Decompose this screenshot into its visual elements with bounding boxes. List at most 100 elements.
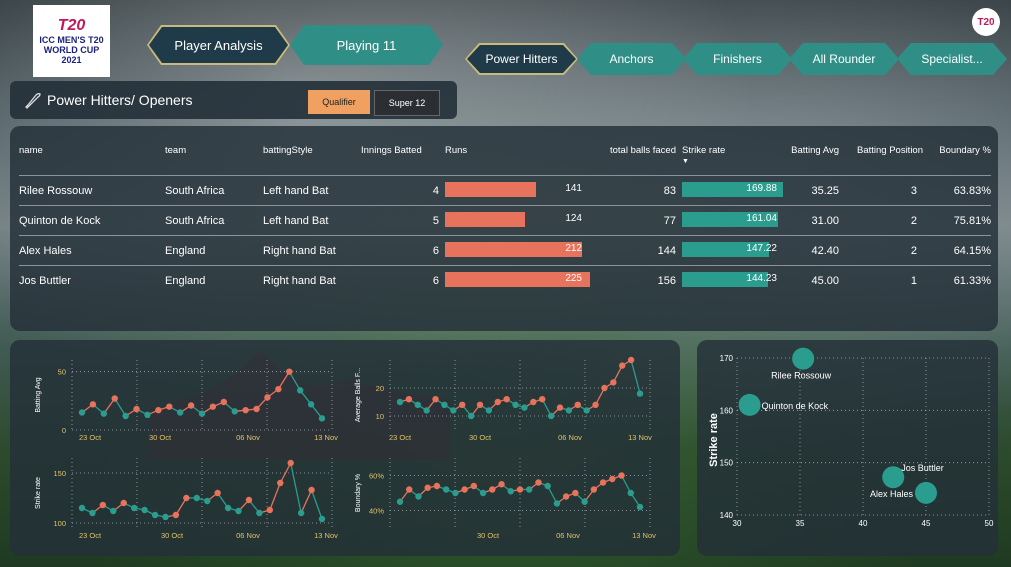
runs-value: 141	[565, 183, 582, 194]
data-point	[231, 408, 238, 415]
data-point	[507, 488, 514, 495]
data-point	[627, 489, 634, 497]
data-point	[111, 395, 118, 402]
series-segment	[288, 371, 301, 391]
y-tick-label: 40%	[369, 507, 384, 516]
data-point	[489, 486, 496, 493]
data-point	[494, 398, 501, 406]
data-point	[415, 493, 422, 500]
cell-boundary: 61.33%	[923, 265, 991, 295]
y-axis-label: Strike rate	[708, 413, 720, 467]
cell-avg: 45.00	[777, 265, 839, 295]
col-strike-rate[interactable]: Strike rate ▼	[676, 126, 777, 176]
runs-bar	[445, 182, 536, 197]
data-point	[459, 401, 466, 408]
x-tick-label: 06 Nov	[556, 531, 580, 540]
data-point	[100, 410, 108, 417]
data-point	[467, 412, 475, 420]
cricket-bat-icon	[25, 93, 41, 109]
col-name[interactable]: name	[19, 126, 165, 176]
data-point	[130, 504, 138, 512]
data-point	[530, 398, 537, 406]
col-strike-rate-label: Strike rate	[682, 145, 726, 156]
col-innings[interactable]: Innings Batted	[361, 126, 445, 176]
trend-chart-1: Batting Avg 50 0 23 Oct 30 Oct 06 Nov 13 Nov	[35, 360, 338, 442]
data-point	[198, 410, 206, 417]
player-stats-table: name team battingStyle Innings Batted Ru…	[19, 126, 991, 295]
data-point	[253, 405, 260, 413]
table-row[interactable]: Quinton de Kock South Africa Left hand B…	[19, 205, 991, 236]
data-point	[414, 401, 421, 408]
series-segment	[310, 489, 323, 520]
table-row[interactable]: Alex Hales England Right hand Bat 6 212 …	[19, 235, 991, 266]
x-tick-label: 06 Nov	[558, 433, 582, 442]
tab-anchors[interactable]: Anchors	[577, 43, 686, 75]
data-point	[122, 412, 129, 420]
cell-strike-rate: 161.04	[676, 205, 778, 236]
col-avg[interactable]: Batting Avg	[777, 126, 839, 176]
x-tick-label: 13 Nov	[628, 433, 652, 442]
tab-finishers[interactable]: Finishers	[683, 43, 792, 75]
data-point	[264, 394, 271, 401]
cell-runs: 141	[445, 175, 586, 206]
data-point	[141, 506, 148, 514]
data-point	[176, 409, 184, 416]
x-tick-label: 13 Nov	[314, 433, 338, 442]
col-runs[interactable]: Runs	[445, 126, 586, 176]
data-point	[78, 504, 86, 512]
data-point	[610, 379, 617, 386]
col-balls[interactable]: total balls faced	[586, 126, 676, 176]
series-segment	[279, 462, 292, 484]
data-point	[526, 486, 533, 493]
tab-specialist[interactable]: Specialist...	[897, 43, 1007, 75]
data-point	[286, 368, 293, 375]
data-point	[275, 385, 282, 393]
y-tick-label: 10	[376, 412, 384, 421]
trend-charts: Batting Avg50023 Oct 30 Oct 06 Nov 13 NovAv…	[35, 356, 656, 540]
nav-player-analysis[interactable]: Player Analysis	[147, 25, 290, 65]
data-point	[183, 494, 190, 502]
y-tick-label: 150	[53, 469, 66, 478]
col-boundary[interactable]: Boundary %	[923, 126, 991, 176]
data-point	[423, 407, 430, 414]
series-segment	[300, 489, 313, 514]
cell-boundary: 64.15%	[923, 235, 991, 266]
col-position[interactable]: Batting Position	[839, 126, 923, 176]
data-point	[166, 403, 173, 410]
point-label: Alex Hales	[870, 489, 914, 499]
filter-label: Super 12	[388, 98, 426, 108]
point-label: Rilee Rossouw	[771, 371, 832, 381]
tab-power-hitters[interactable]: Power Hitters	[465, 43, 578, 75]
x-tick-label: 30 Oct	[469, 433, 492, 442]
filter-super-12[interactable]: Super 12	[374, 90, 440, 116]
data-point	[432, 396, 439, 403]
cell-style: Left hand Bat	[263, 175, 361, 206]
data-point	[297, 509, 305, 517]
table-row[interactable]: Rilee Rossouw South Africa Left hand Bat…	[19, 175, 991, 206]
table-row[interactable]: Jos Buttler England Right hand Bat 6 225…	[19, 265, 991, 295]
sort-desc-icon: ▼	[682, 158, 689, 165]
cell-name: Rilee Rossouw	[19, 175, 165, 206]
y-tick-label: 50	[58, 368, 66, 377]
filter-label: Qualifier	[322, 97, 356, 107]
col-team[interactable]: team	[165, 126, 263, 176]
x-tick-label: 35	[796, 519, 805, 528]
data-point	[470, 482, 478, 490]
cell-position: 1	[839, 265, 923, 295]
cell-strike-rate: 169.88	[676, 175, 783, 206]
filter-qualifier[interactable]: Qualifier	[308, 90, 370, 114]
tab-all-rounder[interactable]: All Rounder	[789, 43, 899, 75]
cell-avg: 35.25	[777, 175, 839, 206]
col-style[interactable]: battingStyle	[263, 126, 361, 176]
x-tick-label: 06 Nov	[236, 433, 260, 442]
data-point	[318, 415, 326, 422]
data-point	[476, 401, 484, 408]
trend-chart-3: Strike rate 150 100 23 Oct 30 Oct 06 Nov 13 No…	[35, 458, 338, 540]
cell-runs: 225	[445, 265, 590, 295]
x-tick-label: 13 Nov	[632, 531, 656, 540]
data-point	[503, 396, 510, 403]
data-point	[405, 396, 413, 403]
nav-playing-11[interactable]: Playing 11	[290, 25, 443, 65]
logo-line1: ICC MEN'S T20	[39, 35, 104, 45]
cell-style: Right hand Bat	[263, 265, 361, 295]
